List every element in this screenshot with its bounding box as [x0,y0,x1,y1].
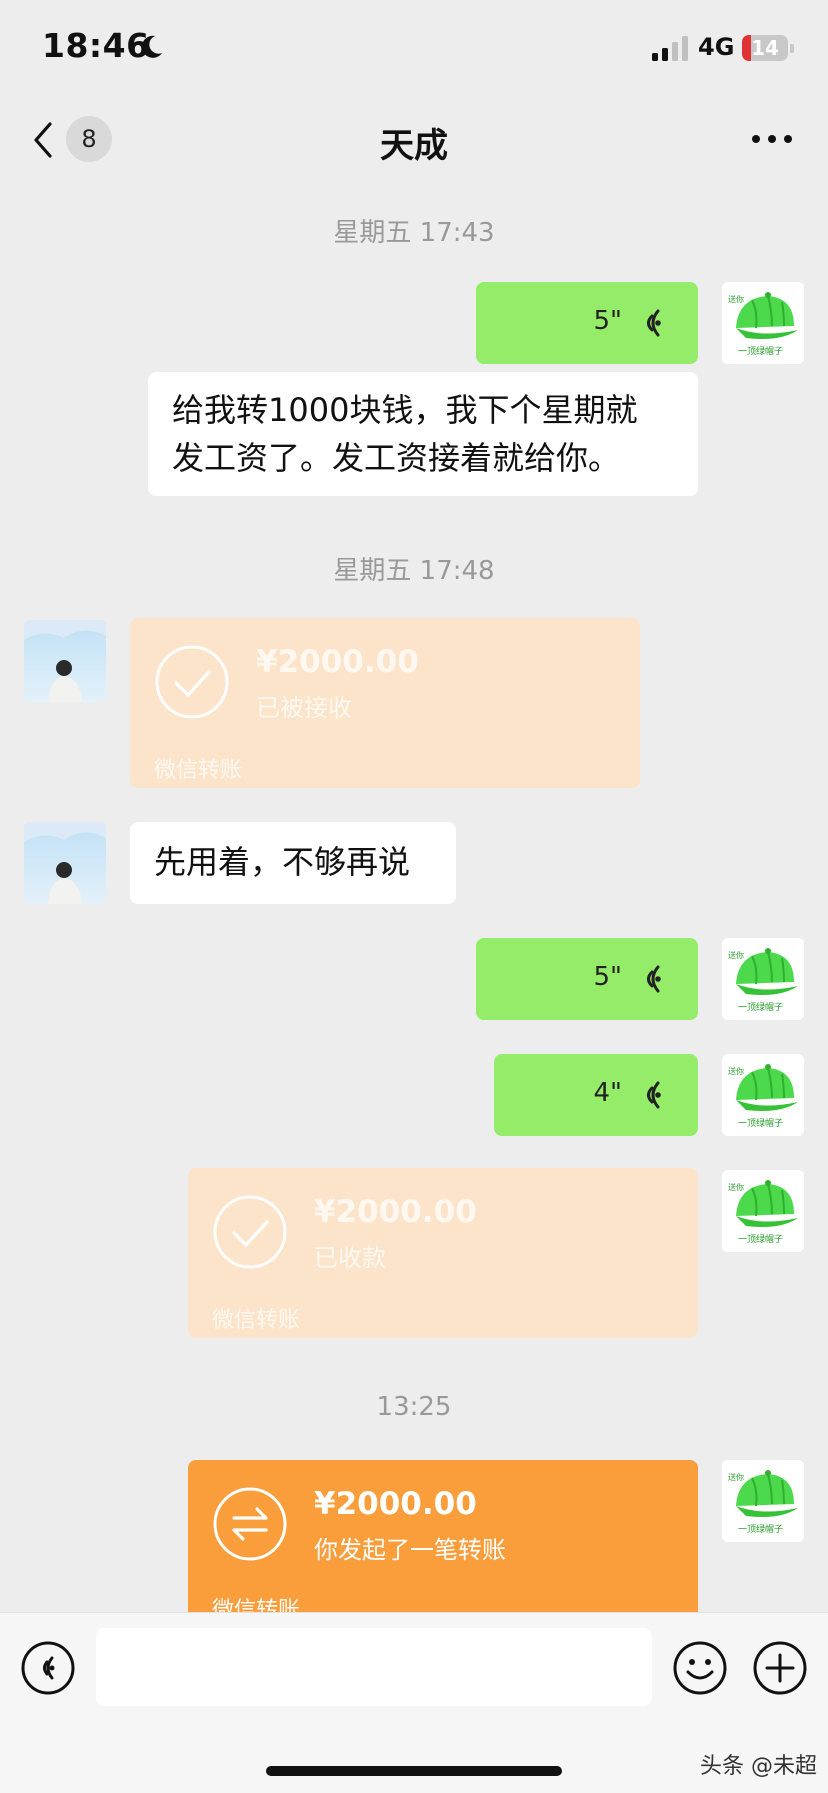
chat-title: 天成 [380,126,448,166]
voice-message[interactable]: 5" [476,938,698,1020]
transfer-brand: 微信转账 [212,1598,301,1612]
text-message[interactable]: 先用着，不够再说 [130,822,456,904]
hat-bottom-text: 一顶绿帽子 [738,1117,783,1129]
my-avatar[interactable]: 送你 一顶绿帽子 [722,938,804,1020]
green-hat-icon: 送你 一顶绿帽子 [722,1054,804,1136]
contact-avatar[interactable] [24,822,106,904]
transfer-status: 已收款 [314,1244,386,1272]
voice-duration: 4" [593,1078,622,1108]
hat-bottom-text: 一顶绿帽子 [738,1001,783,1013]
voice-duration: 5" [593,306,622,336]
transfer-status: 已被接收 [256,694,352,722]
message-line: 给我转1000块钱，我下个星期就 [172,391,638,429]
transfer-status: 你发起了一笔转账 [314,1536,506,1564]
voice-duration: 5" [593,962,622,992]
watermark: 头条 @未超 [700,1754,817,1779]
my-avatar[interactable]: 送你 一顶绿帽子 [722,1460,804,1542]
hat-top-text: 送你 [728,1066,744,1076]
my-avatar[interactable]: 送你 一顶绿帽子 [722,1054,804,1136]
voice-wave-icon [647,1081,661,1109]
voice-input-icon[interactable] [20,1640,76,1696]
signal-icon [652,36,688,61]
more-icon[interactable] [750,126,794,152]
hat-bottom-text: 一顶绿帽子 [738,345,783,357]
hat-top-text: 送你 [728,1472,744,1482]
hat-bottom-text: 一顶绿帽子 [738,1523,783,1535]
person-avatar-icon [24,822,106,904]
green-hat-icon: 送你 一顶绿帽子 [722,938,804,1020]
message-input[interactable] [96,1628,652,1706]
my-avatar[interactable]: 送你 一顶绿帽子 [722,282,804,364]
voice-message[interactable]: 5" [476,282,698,364]
transfer-amount: ¥2000.00 [314,1194,477,1230]
green-hat-icon: 送你 一顶绿帽子 [722,1170,804,1252]
my-avatar[interactable]: 送你 一顶绿帽子 [722,1170,804,1252]
status-time: 18:46 [42,26,150,65]
hat-top-text: 送你 [728,950,744,960]
timestamp: 星期五 17:43 [333,218,495,248]
transfer-card[interactable]: ¥2000.00 你发起了一笔转账 微信转账 [188,1460,698,1612]
emoji-icon[interactable] [672,1640,728,1696]
timestamp: 13:25 [376,1392,452,1422]
check-circle-icon [213,1195,287,1269]
text-message[interactable]: 给我转1000块钱，我下个星期就 发工资了。发工资接着就给你。 [148,372,698,496]
network-label: 4G [698,33,735,61]
transfer-brand: 微信转账 [154,758,243,783]
transfer-card[interactable]: ¥2000.00 已被接收 微信转账 [130,618,640,788]
hat-bottom-text: 一顶绿帽子 [738,1233,783,1245]
person-avatar-icon [24,620,106,702]
message-line: 先用着，不够再说 [154,843,411,881]
battery-icon: 14 [742,35,788,61]
plus-icon[interactable] [752,1640,808,1696]
voice-message[interactable]: 4" [494,1054,698,1136]
battery-level: 14 [751,36,779,60]
moon-icon [141,35,162,58]
message-line: 发工资了。发工资接着就给你。 [172,439,621,477]
check-circle-icon [155,645,229,719]
hat-top-text: 送你 [728,1182,744,1192]
hat-top-text: 送你 [728,294,744,304]
green-hat-icon: 送你 一顶绿帽子 [722,1460,804,1542]
battery-nub [790,44,794,53]
voice-wave-icon [647,309,661,337]
transfer-card[interactable]: ¥2000.00 已收款 微信转账 [188,1168,698,1338]
transfer-arrows-icon [213,1487,287,1561]
transfer-amount: ¥2000.00 [256,644,419,680]
home-indicator [266,1766,562,1776]
timestamp: 星期五 17:48 [333,556,495,586]
voice-wave-icon [647,965,661,993]
contact-avatar[interactable] [24,620,106,702]
green-hat-icon: 送你 一顶绿帽子 [722,282,804,364]
transfer-amount: ¥2000.00 [314,1486,477,1522]
transfer-brand: 微信转账 [212,1308,301,1333]
